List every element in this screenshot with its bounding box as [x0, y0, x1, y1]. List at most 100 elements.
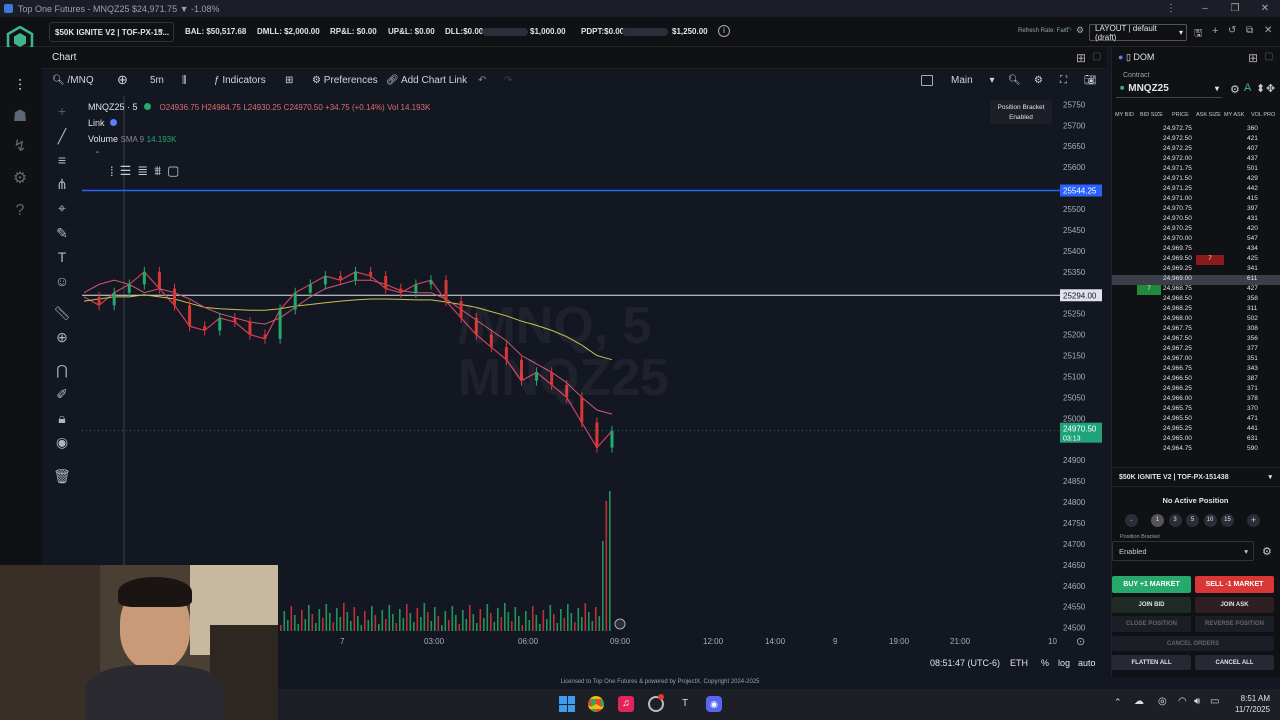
- move-icon[interactable]: ✥: [1266, 82, 1275, 95]
- dom-row[interactable]: 24,969.50 425 7: [1112, 255, 1280, 265]
- account-selector[interactable]: $50K IGNITE V2 | TOF-PX-15...: [49, 22, 174, 42]
- system-clock[interactable]: 8:51 AM 11/7/2025: [1230, 693, 1270, 715]
- templates-icon[interactable]: ⊞: [285, 75, 293, 86]
- qty-option-button[interactable]: 10: [1203, 514, 1217, 527]
- dom-row[interactable]: 24,970.50 431: [1112, 215, 1280, 225]
- symbol-search[interactable]: 🔍︎ /MNQ: [52, 75, 94, 86]
- chart-tab[interactable]: Chart: [52, 52, 76, 63]
- dom-row[interactable]: 24,966.00 378: [1112, 395, 1280, 405]
- bracket-settings-icon[interactable]: ⚙: [1262, 545, 1272, 558]
- undo-icon[interactable]: ↺: [1228, 25, 1236, 36]
- dom-row[interactable]: 24,970.75 397: [1112, 205, 1280, 215]
- users-icon[interactable]: ☗: [9, 106, 31, 128]
- scroll-center-icon[interactable]: ⬍: [1256, 82, 1265, 95]
- dom-row[interactable]: 24,968.75 427 7: [1112, 285, 1280, 295]
- sell-market-button[interactable]: SELL -1 MARKET: [1195, 576, 1274, 593]
- minimize-icon[interactable]: –: [1190, 0, 1220, 17]
- brush-icon[interactable]: ✎: [52, 223, 72, 243]
- lock-icon[interactable]: 🔒︎: [52, 408, 72, 428]
- close-position-button[interactable]: CLOSE POSITION: [1112, 616, 1191, 632]
- chart-icon[interactable]: ⫶: [9, 76, 31, 98]
- dom-row[interactable]: 24,968.50 358: [1112, 295, 1280, 305]
- more-icon[interactable]: ⋮: [1156, 0, 1186, 17]
- settings-icon[interactable]: ⚙: [1034, 75, 1043, 86]
- windows-start-icon[interactable]: [559, 696, 575, 712]
- dom-row[interactable]: 24,967.50 356: [1112, 335, 1280, 345]
- settings-icon[interactable]: ⚙: [9, 168, 31, 190]
- qty-option-button[interactable]: 3: [1168, 514, 1182, 527]
- flatten-all-button[interactable]: FLATTEN ALL: [1112, 655, 1191, 670]
- fib-settings-icon[interactable]: ⩩: [154, 163, 161, 179]
- fib-icon[interactable]: ⌖: [52, 198, 72, 218]
- drag-handle-icon[interactable]: ⁞: [110, 164, 114, 179]
- crosshair-icon[interactable]: +: [52, 101, 72, 121]
- join-ask-button[interactable]: JOIN ASK: [1195, 597, 1274, 613]
- indicators-button[interactable]: ƒ Indicators: [214, 75, 266, 86]
- help-icon[interactable]: ?: [9, 200, 31, 222]
- wifi-icon[interactable]: ◠: [1178, 696, 1187, 707]
- add-panel-icon[interactable]: ⊞: [1248, 51, 1258, 65]
- dom-row[interactable]: 24,965.25 441: [1112, 425, 1280, 435]
- buy-market-button[interactable]: BUY +1 MARKET: [1112, 576, 1191, 593]
- dom-row[interactable]: 24,972.75 360: [1112, 125, 1280, 135]
- trash-icon[interactable]: 🗑︎: [52, 466, 72, 486]
- dom-ask-size[interactable]: 7: [1196, 255, 1224, 265]
- fullscreen-icon[interactable]: ⛶: [1060, 75, 1067, 86]
- dom-row[interactable]: 24,967.00 351: [1112, 355, 1280, 365]
- dom-row[interactable]: 24,968.00 502: [1112, 315, 1280, 325]
- dom-row[interactable]: 24,972.00 437: [1112, 155, 1280, 165]
- dom-row[interactable]: 24,971.50 429: [1112, 175, 1280, 185]
- camera-icon[interactable]: 📷︎: [1084, 75, 1097, 86]
- percent-scale-toggle[interactable]: %: [1041, 658, 1049, 668]
- qty-decrease-button[interactable]: -: [1125, 514, 1138, 527]
- main-pane-selector[interactable]: Main ▾: [951, 75, 995, 86]
- zoom-in-icon[interactable]: ⊕: [52, 327, 72, 347]
- dom-row[interactable]: 24,967.75 308: [1112, 325, 1280, 335]
- dom-row[interactable]: 24,965.75 370: [1112, 405, 1280, 415]
- log-scale-toggle[interactable]: log: [1058, 658, 1070, 668]
- dom-row[interactable]: 24,965.00 631: [1112, 435, 1280, 445]
- maximize-icon[interactable]: ❐: [1220, 0, 1250, 17]
- quick-search-icon[interactable]: 🔍︎: [1008, 75, 1021, 86]
- event-marker-icon[interactable]: [614, 618, 626, 630]
- tray-chevron-icon[interactable]: ⌃: [1114, 697, 1122, 708]
- line-width-icon[interactable]: ≣: [137, 163, 148, 179]
- undo-icon[interactable]: ↶: [478, 75, 486, 86]
- lock-drawing-icon[interactable]: ✐: [52, 384, 72, 404]
- tradovate-icon[interactable]: T: [678, 696, 692, 712]
- qty-option-button[interactable]: 1: [1151, 514, 1164, 527]
- dom-row[interactable]: 24,971.25 442: [1112, 185, 1280, 195]
- contract-selector[interactable]: ■ MNQZ25 ▾: [1116, 80, 1222, 98]
- cancel-orders-button[interactable]: CANCEL ORDERS: [1112, 636, 1274, 651]
- add-chart-link-button[interactable]: 🔗︎ Add Chart Link: [386, 75, 467, 86]
- qty-option-button[interactable]: 5: [1186, 514, 1199, 527]
- dom-row[interactable]: 24,971.75 501: [1112, 165, 1280, 175]
- bracket-select[interactable]: Enabled ▾: [1112, 541, 1254, 561]
- select-box-icon[interactable]: ▢: [167, 163, 179, 179]
- eye-icon[interactable]: ◉: [52, 432, 72, 452]
- layout-selector[interactable]: LAYOUT | default (draft) ▾: [1089, 24, 1187, 42]
- dom-row[interactable]: 24,969.75 434: [1112, 245, 1280, 255]
- dom-row[interactable]: 24,969.25 341: [1112, 265, 1280, 275]
- chart-link[interactable]: Link: [88, 118, 118, 128]
- dom-row[interactable]: 24,967.25 377: [1112, 345, 1280, 355]
- panel-menu-icon[interactable]: ▢: [1264, 51, 1273, 62]
- interval-selector[interactable]: 5m: [150, 75, 164, 86]
- emoji-icon[interactable]: ☺: [52, 271, 72, 291]
- save-layout-icon[interactable]: 🖫: [1194, 26, 1203, 43]
- settings-icon[interactable]: ⚙: [1076, 25, 1084, 36]
- close-icon[interactable]: ✕: [1250, 0, 1280, 17]
- dom-row[interactable]: 24,969.00 611: [1112, 275, 1280, 285]
- dom-row[interactable]: 24,970.00 547: [1112, 235, 1280, 245]
- dom-bid-size[interactable]: 7: [1137, 285, 1161, 295]
- text-tool-icon[interactable]: T: [52, 247, 72, 267]
- dom-row[interactable]: 24,966.50 387: [1112, 375, 1280, 385]
- add-symbol-icon[interactable]: ⊕: [117, 72, 128, 88]
- chrome-icon[interactable]: [588, 696, 604, 712]
- horizontal-lines-icon[interactable]: ≡: [52, 150, 72, 170]
- magnet-icon[interactable]: ⋂: [52, 360, 72, 380]
- redo-icon[interactable]: ↷: [504, 75, 512, 86]
- popout-icon[interactable]: ⧉: [1246, 25, 1253, 36]
- dom-row[interactable]: 24,972.25 407: [1112, 145, 1280, 155]
- info-icon[interactable]: i: [718, 25, 730, 37]
